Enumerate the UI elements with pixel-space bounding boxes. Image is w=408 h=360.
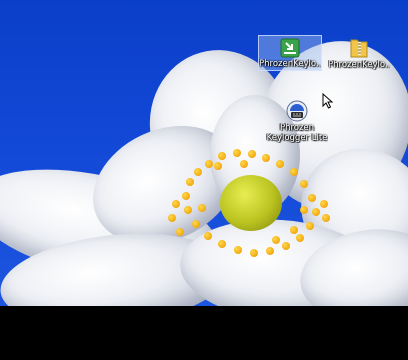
desktop-icon-phrozen-installer[interactable]: PhrozenKeylo... [258, 35, 322, 71]
desktop-icon-label: PhrozenKeylo... [328, 60, 390, 70]
desktop-icon-phrozen-keylogger-lite[interactable]: Phrozen Keylogger Lite [266, 98, 328, 144]
green-download-arrow-icon [280, 38, 300, 58]
desktop-icon-phrozen-zip[interactable]: PhrozenKeylo... [328, 34, 390, 70]
phrozen-keylogger-app-icon [286, 100, 308, 122]
arrow-pointer-icon [322, 92, 334, 109]
desktop-icon-label: PhrozenKeylo... [259, 59, 321, 69]
flower-center [220, 175, 282, 231]
desktop-icon-label-line1: Phrozen [279, 123, 315, 133]
zip-folder-icon [349, 37, 369, 59]
black-bottom-bar [0, 306, 408, 360]
desktop-icon-label-line2: Keylogger Lite [266, 133, 328, 143]
desktop[interactable]: PhrozenKeylo... PhrozenKeylo... Phrozen … [0, 0, 408, 306]
